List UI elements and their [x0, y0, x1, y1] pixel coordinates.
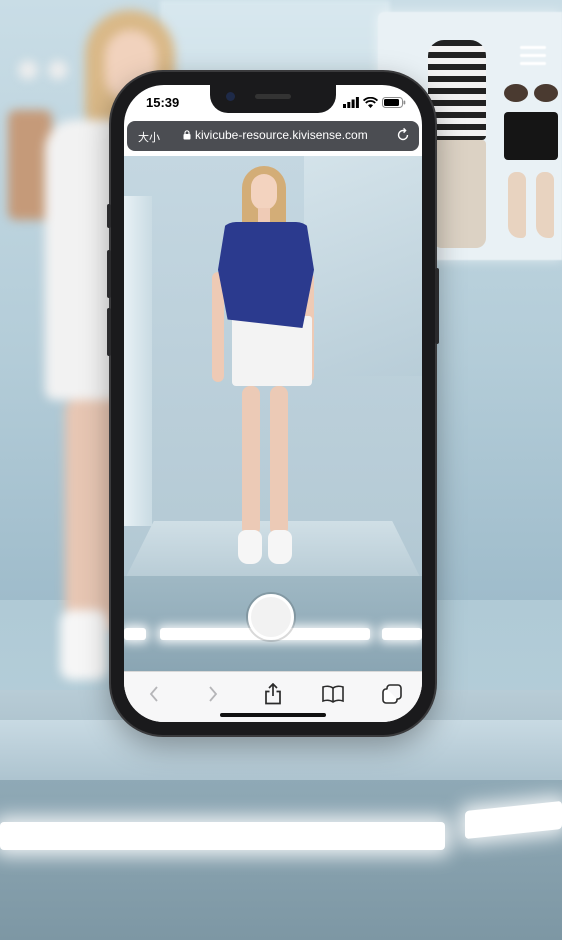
striped-top-item [428, 40, 486, 140]
forward-button[interactable] [201, 682, 225, 706]
wifi-icon [363, 96, 378, 108]
virtual-model [208, 166, 318, 566]
status-icons [343, 96, 406, 108]
background-stage-lower [0, 780, 562, 940]
model-blue-top [218, 222, 314, 328]
stage-light-strip [0, 822, 445, 850]
tabs-icon [382, 684, 402, 704]
power-button [435, 268, 439, 344]
silent-switch [107, 204, 111, 228]
reload-icon[interactable] [395, 127, 411, 143]
url-field[interactable]: kivicube-resource.kivisense.com [183, 128, 368, 142]
earrings-display [18, 0, 74, 85]
book-icon [321, 685, 344, 703]
tabs-button[interactable] [380, 682, 404, 706]
share-icon [265, 683, 281, 705]
model-face [251, 174, 277, 210]
status-time: 15:39 [146, 95, 180, 110]
text-size-button[interactable]: 大小 [138, 129, 160, 145]
heel-shoe-item [536, 172, 554, 238]
volume-up-button [107, 250, 111, 298]
beige-skirt-item [432, 140, 486, 248]
capture-button[interactable] [248, 594, 294, 640]
model-sneaker [268, 530, 292, 564]
battery-icon [382, 96, 406, 108]
chevron-left-icon [149, 686, 158, 702]
cellular-signal-icon [343, 96, 359, 108]
hamburger-menu-icon [520, 46, 546, 70]
front-camera [226, 92, 235, 101]
volume-down-button [107, 308, 111, 356]
earpiece-speaker [255, 94, 291, 99]
phone-frame: 15:39 大小 kivicube-resource.kivisense.com [107, 72, 439, 735]
scene-light-column [124, 196, 152, 526]
lock-icon [183, 130, 191, 140]
url-text: kivicube-resource.kivisense.com [195, 128, 368, 142]
back-button[interactable] [142, 682, 166, 706]
address-bar[interactable]: 大小 kivicube-resource.kivisense.com [127, 121, 419, 151]
home-indicator [220, 713, 326, 717]
phone-screen: 15:39 大小 kivicube-resource.kivisense.com [124, 85, 422, 722]
notch [210, 85, 336, 113]
bookmarks-button[interactable] [321, 682, 345, 706]
scene-wall [304, 156, 422, 376]
chevron-right-icon [209, 686, 218, 702]
browser-toolbar [124, 671, 422, 722]
heel-shoe-item [508, 172, 526, 238]
sunglasses-item [502, 80, 560, 104]
scene-light-strip [124, 628, 146, 640]
black-clutch-item [504, 112, 558, 160]
share-button[interactable] [261, 682, 285, 706]
model-sneaker [238, 530, 262, 564]
scene-light-strip [382, 628, 422, 640]
ar-viewport[interactable] [124, 156, 422, 671]
